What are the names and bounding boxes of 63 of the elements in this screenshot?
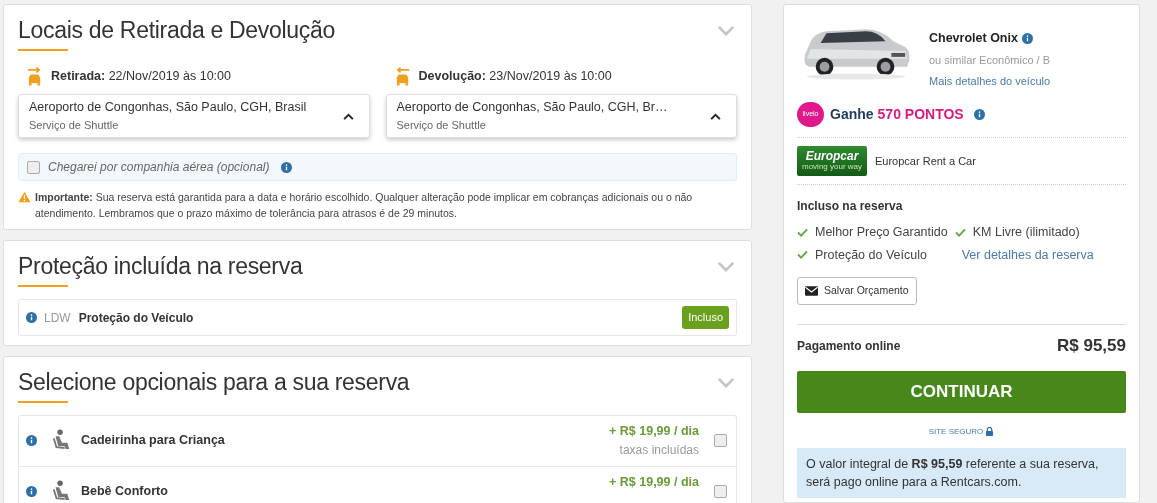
save-quote-button[interactable]: Salvar Orçamento	[797, 277, 917, 306]
protection-code: LDW	[44, 309, 71, 327]
car-name: Chevrolet Onix	[929, 30, 1018, 47]
info-icon[interactable]	[26, 435, 37, 446]
car-icon	[26, 67, 43, 86]
extra-price: + R$ 19,99 / dia	[609, 474, 699, 491]
title-underline	[18, 49, 68, 51]
info-icon[interactable]	[1021, 32, 1033, 44]
extra-name: Cadeirinha para Criança	[81, 433, 225, 448]
lock-icon	[985, 427, 995, 437]
section-title: Proteção incluída na reserva	[18, 252, 303, 280]
payment-label: Pagamento online	[797, 338, 901, 355]
location-name: Aeroporto de Congonhas, São Paulo, CGH, Brasil	[29, 99, 307, 117]
title-underline	[18, 285, 68, 287]
info-icon[interactable]	[26, 312, 37, 323]
service-text: Serviço de Shuttle	[396, 118, 487, 134]
included-title: Incluso na reserva	[797, 197, 904, 215]
tax-note: taxas incluídas	[619, 441, 699, 459]
service-text: Serviço de Shuttle	[29, 118, 120, 134]
included-item: Proteção do Veículo	[815, 246, 927, 264]
pickup-datetime: Retirada: 22/Nov/2019 às 10:00	[51, 68, 231, 86]
checkbox-label: Chegarei por companhia aérea (opcional)	[48, 159, 270, 176]
check-icon	[797, 227, 808, 237]
protection-name: Proteção do Veículo	[78, 309, 194, 327]
info-icon[interactable]	[26, 486, 37, 497]
section-title: Locais de Retirada e Devolução	[18, 16, 336, 44]
checkbox[interactable]	[27, 160, 40, 174]
section-title: Selecione opcionais para a sua reserva	[18, 368, 410, 396]
child-seat-icon	[51, 480, 71, 502]
logo-tagline: moving your way	[802, 163, 862, 172]
included-item: Melhor Preço Garantido	[815, 223, 948, 241]
info-icon[interactable]	[973, 108, 985, 120]
check-icon	[797, 250, 808, 260]
location-name: Aeroporto de Congonhas, São Paulo, CGH, Br…	[396, 99, 668, 117]
company-name: Europcar Rent a Car	[875, 153, 976, 169]
return-datetime: Devolução: 23/Nov/2019 às 10:00	[418, 68, 612, 86]
earn-label: Ganhe	[830, 104, 874, 124]
payment-amount: R$ 95,59	[1057, 335, 1126, 358]
points-value: 570 PONTOS	[877, 104, 964, 124]
checkbox[interactable]	[714, 434, 727, 447]
warning-icon	[18, 191, 31, 203]
included-item: KM Livre (ilimitado)	[972, 223, 1080, 241]
info-icon[interactable]	[281, 161, 293, 173]
chevron-up-icon	[710, 112, 721, 120]
location-dropdown[interactable]: Aeroporto de Congonhas, São Paulo, CGH, Br… Serviço de Shuttle	[385, 94, 737, 138]
car-category: ou similar Econômico / B	[929, 52, 1051, 68]
checkbox[interactable]	[714, 485, 727, 498]
chevron-up-icon	[342, 112, 354, 120]
extra-name: Bebê Conforto	[81, 484, 168, 499]
envelope-icon	[805, 286, 818, 297]
payment-info: O valor integral de R$ 95,59 referente a sua reserva, será pago online para a Rentcars.com.	[797, 447, 1126, 498]
continue-button[interactable]: CONTINUAR	[797, 370, 1126, 413]
logo-name: Europcar	[805, 150, 859, 163]
vehicle-details-link[interactable]: Mais detalhes do veículo	[929, 73, 1051, 90]
location-dropdown[interactable]: Aeroporto de Congonhas, São Paulo, CGH, Brasil Serviço de Shuttle	[18, 94, 370, 138]
extra-price: + R$ 19,99 / dia	[609, 423, 699, 440]
reservation-details-link[interactable]: Ver detalhes da reserva	[961, 245, 1094, 265]
title-underline	[18, 401, 68, 403]
included-badge: Incluso	[682, 306, 729, 329]
important-notice: Importante: Sua reserva está garantida para a data e horário escolhido. Qualquer alteração pode implicar em cobranças adicionais ou o não atendimento. Lembramos que o prazo máximo de tolerância para atrasos é de 29 minutos.	[35, 190, 694, 221]
secure-site-text: SITE SEGURO	[928, 425, 984, 438]
check-icon	[954, 227, 966, 237]
child-seat-icon	[51, 429, 71, 451]
